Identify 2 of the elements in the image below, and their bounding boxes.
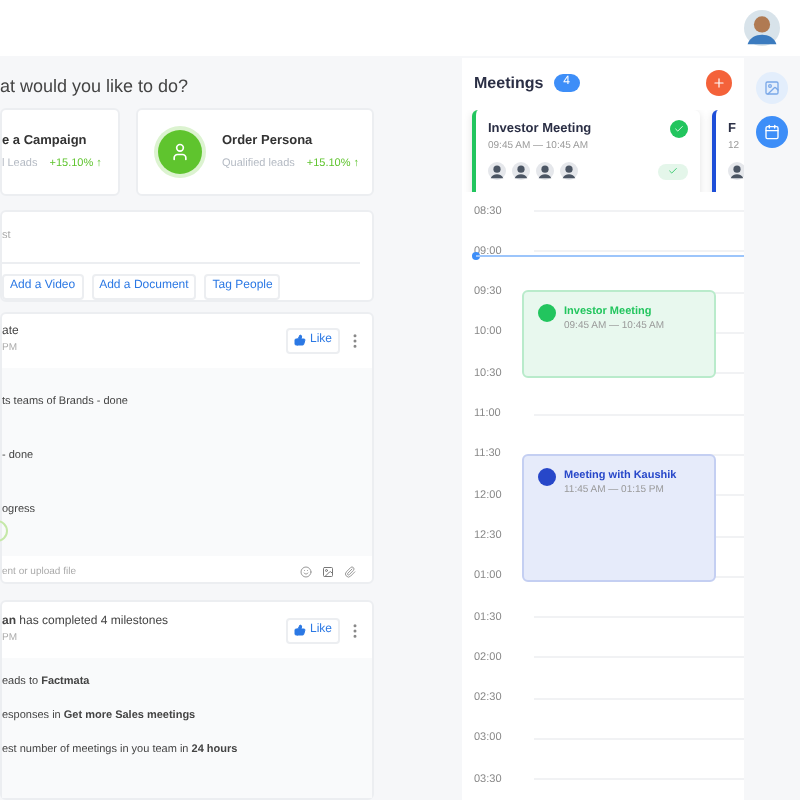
panel-title: Meetings <box>474 71 544 96</box>
section-heading: at would you like to do? <box>0 74 191 98</box>
